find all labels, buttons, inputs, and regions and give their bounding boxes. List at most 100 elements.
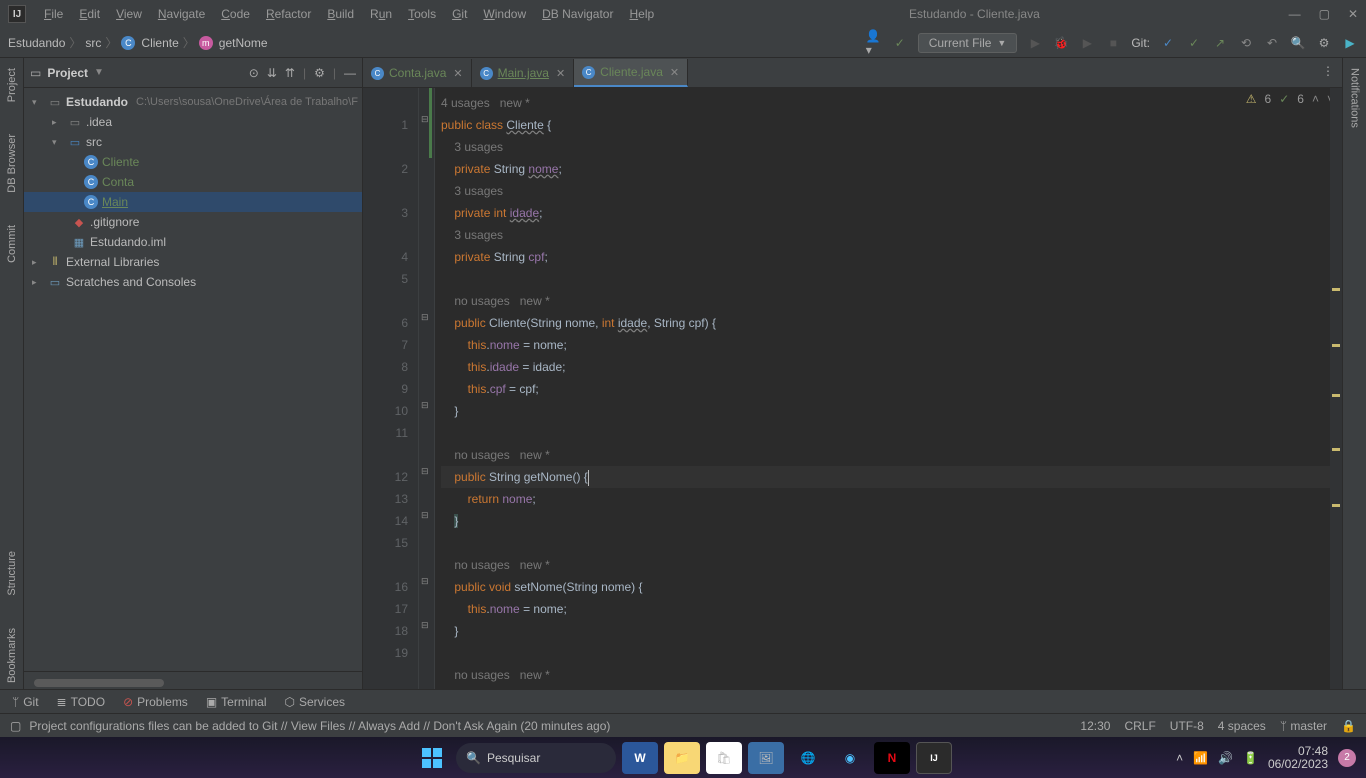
tab-cliente[interactable]: C Cliente.java ✕ — [574, 59, 688, 87]
git-history-icon[interactable]: ⟲ — [1238, 35, 1254, 51]
status-icon[interactable]: ▢ — [10, 719, 21, 733]
marker-strip[interactable] — [1330, 88, 1342, 689]
tree-cliente[interactable]: CCliente — [24, 152, 362, 172]
tool-bookmarks[interactable]: Bookmarks — [4, 622, 20, 689]
lock-icon[interactable]: 🔒 — [1341, 719, 1356, 733]
taskbar-netflix[interactable]: N — [874, 742, 910, 774]
tab-conta[interactable]: C Conta.java ✕ — [363, 59, 472, 87]
git-branch[interactable]: ᛘ master — [1280, 719, 1327, 733]
tree-conta[interactable]: CConta — [24, 172, 362, 192]
fold-icon[interactable]: ⊟ — [421, 620, 429, 631]
fold-icon[interactable]: ⊟ — [421, 312, 429, 323]
hide-panel-icon[interactable]: ― — [344, 66, 356, 80]
debug-icon[interactable]: 🐞 — [1053, 35, 1069, 51]
bottom-terminal[interactable]: ▣Terminal — [206, 695, 267, 709]
tree-external[interactable]: ▸⫴External Libraries — [24, 252, 362, 272]
caret-position[interactable]: 12:30 — [1080, 719, 1110, 733]
settings-gear-icon[interactable]: ⚙ — [314, 66, 325, 80]
tree-scratch[interactable]: ▸▭Scratches and Consoles — [24, 272, 362, 292]
start-button[interactable] — [414, 742, 450, 774]
taskbar-intellij[interactable]: IJ — [916, 742, 952, 774]
ide-plugins-icon[interactable]: ▶ — [1342, 35, 1358, 51]
coverage-icon[interactable]: ▶ — [1079, 35, 1095, 51]
select-opened-file-icon[interactable]: ⊙ — [249, 66, 259, 80]
wifi-icon[interactable]: 📶 — [1193, 751, 1208, 765]
close-button[interactable]: ✕ — [1348, 7, 1358, 21]
tool-dbbrowser[interactable]: DB Browser — [4, 128, 20, 199]
tool-commit[interactable]: Commit — [4, 219, 20, 269]
tabs-more-icon[interactable]: ⋮ — [1322, 64, 1334, 78]
git-push-icon[interactable]: ↗ — [1212, 35, 1228, 51]
menu-run[interactable]: Run — [364, 5, 398, 23]
fold-icon[interactable]: ⊟ — [421, 510, 429, 521]
status-message[interactable]: Project configurations files can be adde… — [29, 719, 1080, 733]
maximize-button[interactable]: ▢ — [1319, 7, 1330, 21]
git-pull-icon[interactable]: ✓ — [1160, 35, 1176, 51]
project-dropdown-icon[interactable]: ▼ — [94, 67, 104, 78]
tree-main[interactable]: CMain — [24, 192, 362, 212]
taskbar-explorer[interactable]: 📁 — [664, 742, 700, 774]
code-editor[interactable]: 4 usages new * public class Cliente { 3 … — [435, 88, 1330, 689]
tray-chevron-icon[interactable]: ˄ — [1176, 751, 1183, 765]
fold-icon[interactable]: ⊟ — [421, 114, 429, 125]
collapse-all-icon[interactable]: ⇈ — [285, 66, 295, 80]
tool-notifications[interactable]: Notifications — [1347, 62, 1363, 134]
expand-all-icon[interactable]: ⇊ — [267, 66, 277, 80]
settings-icon[interactable]: ⚙ — [1316, 35, 1332, 51]
volume-icon[interactable]: 🔊 — [1218, 751, 1233, 765]
tree-root[interactable]: ▾▭ Estudando C:\Users\sousa\OneDrive\Áre… — [24, 92, 362, 112]
menu-file[interactable]: File — [38, 5, 69, 23]
git-commit-icon[interactable]: ✓ — [1186, 35, 1202, 51]
editor-body[interactable]: ⚠6 ✓6 ˄ ˅ 1 2 3 4 5 6 7 8 9 10 — [363, 88, 1342, 689]
menu-code[interactable]: Code — [215, 5, 256, 23]
git-rollback-icon[interactable]: ↶ — [1264, 35, 1280, 51]
sidebar-hscrollbar[interactable] — [34, 679, 164, 687]
taskbar-photos[interactable]: 🖼 — [748, 742, 784, 774]
menu-view[interactable]: View — [110, 5, 148, 23]
close-tab-icon[interactable]: ✕ — [453, 67, 462, 80]
breadcrumb-class[interactable]: Cliente — [141, 36, 178, 50]
menu-window[interactable]: Window — [477, 5, 532, 23]
line-separator[interactable]: CRLF — [1124, 719, 1155, 733]
tool-structure[interactable]: Structure — [4, 545, 20, 602]
bottom-git[interactable]: ᛘGit — [12, 695, 39, 709]
menu-build[interactable]: Build — [321, 5, 360, 23]
menu-help[interactable]: Help — [623, 5, 660, 23]
update-project-icon[interactable]: ✓ — [892, 35, 908, 51]
close-tab-icon[interactable]: ✕ — [556, 67, 565, 80]
breadcrumb-method[interactable]: getNome — [219, 36, 268, 50]
menu-git[interactable]: Git — [446, 5, 473, 23]
minimize-button[interactable]: ― — [1289, 7, 1301, 21]
menu-tools[interactable]: Tools — [402, 5, 442, 23]
run-config-selector[interactable]: Current File▼ — [918, 33, 1018, 53]
menu-edit[interactable]: Edit — [73, 5, 106, 23]
tree-idea[interactable]: ▸▭.idea — [24, 112, 362, 132]
tab-main[interactable]: C Main.java ✕ — [472, 59, 575, 87]
taskbar-clock[interactable]: 07:4806/02/2023 — [1268, 745, 1328, 771]
menu-refactor[interactable]: Refactor — [260, 5, 317, 23]
tree-src[interactable]: ▾▭src — [24, 132, 362, 152]
fold-icon[interactable]: ⊟ — [421, 400, 429, 411]
bottom-services[interactable]: ⬡Services — [285, 695, 346, 709]
add-user-icon[interactable]: 👤▾ — [866, 35, 882, 51]
bottom-todo[interactable]: ≣TODO — [57, 695, 106, 709]
breadcrumb-src[interactable]: src — [85, 36, 101, 50]
menu-dbnav[interactable]: DB Navigator — [536, 5, 619, 23]
fold-icon[interactable]: ⊟ — [421, 576, 429, 587]
run-icon[interactable]: ▶ — [1027, 35, 1043, 51]
search-icon[interactable]: 🔍 — [1290, 35, 1306, 51]
indent-setting[interactable]: 4 spaces — [1218, 719, 1266, 733]
taskbar-store[interactable]: 🛍 — [706, 742, 742, 774]
taskbar-search[interactable]: 🔍Pesquisar — [456, 743, 616, 773]
bottom-problems[interactable]: ⊘Problems — [123, 695, 188, 709]
file-encoding[interactable]: UTF-8 — [1170, 719, 1204, 733]
menu-navigate[interactable]: Navigate — [152, 5, 211, 23]
battery-icon[interactable]: 🔋 — [1243, 751, 1258, 765]
fold-icon[interactable]: ⊟ — [421, 466, 429, 477]
breadcrumb-project[interactable]: Estudando — [8, 36, 65, 50]
stop-icon[interactable]: ■ — [1105, 35, 1121, 51]
tree-iml[interactable]: ▦Estudando.iml — [24, 232, 362, 252]
notification-badge[interactable]: 2 — [1338, 749, 1356, 767]
taskbar-chrome[interactable]: 🌐 — [790, 742, 826, 774]
close-tab-icon[interactable]: ✕ — [670, 66, 679, 79]
